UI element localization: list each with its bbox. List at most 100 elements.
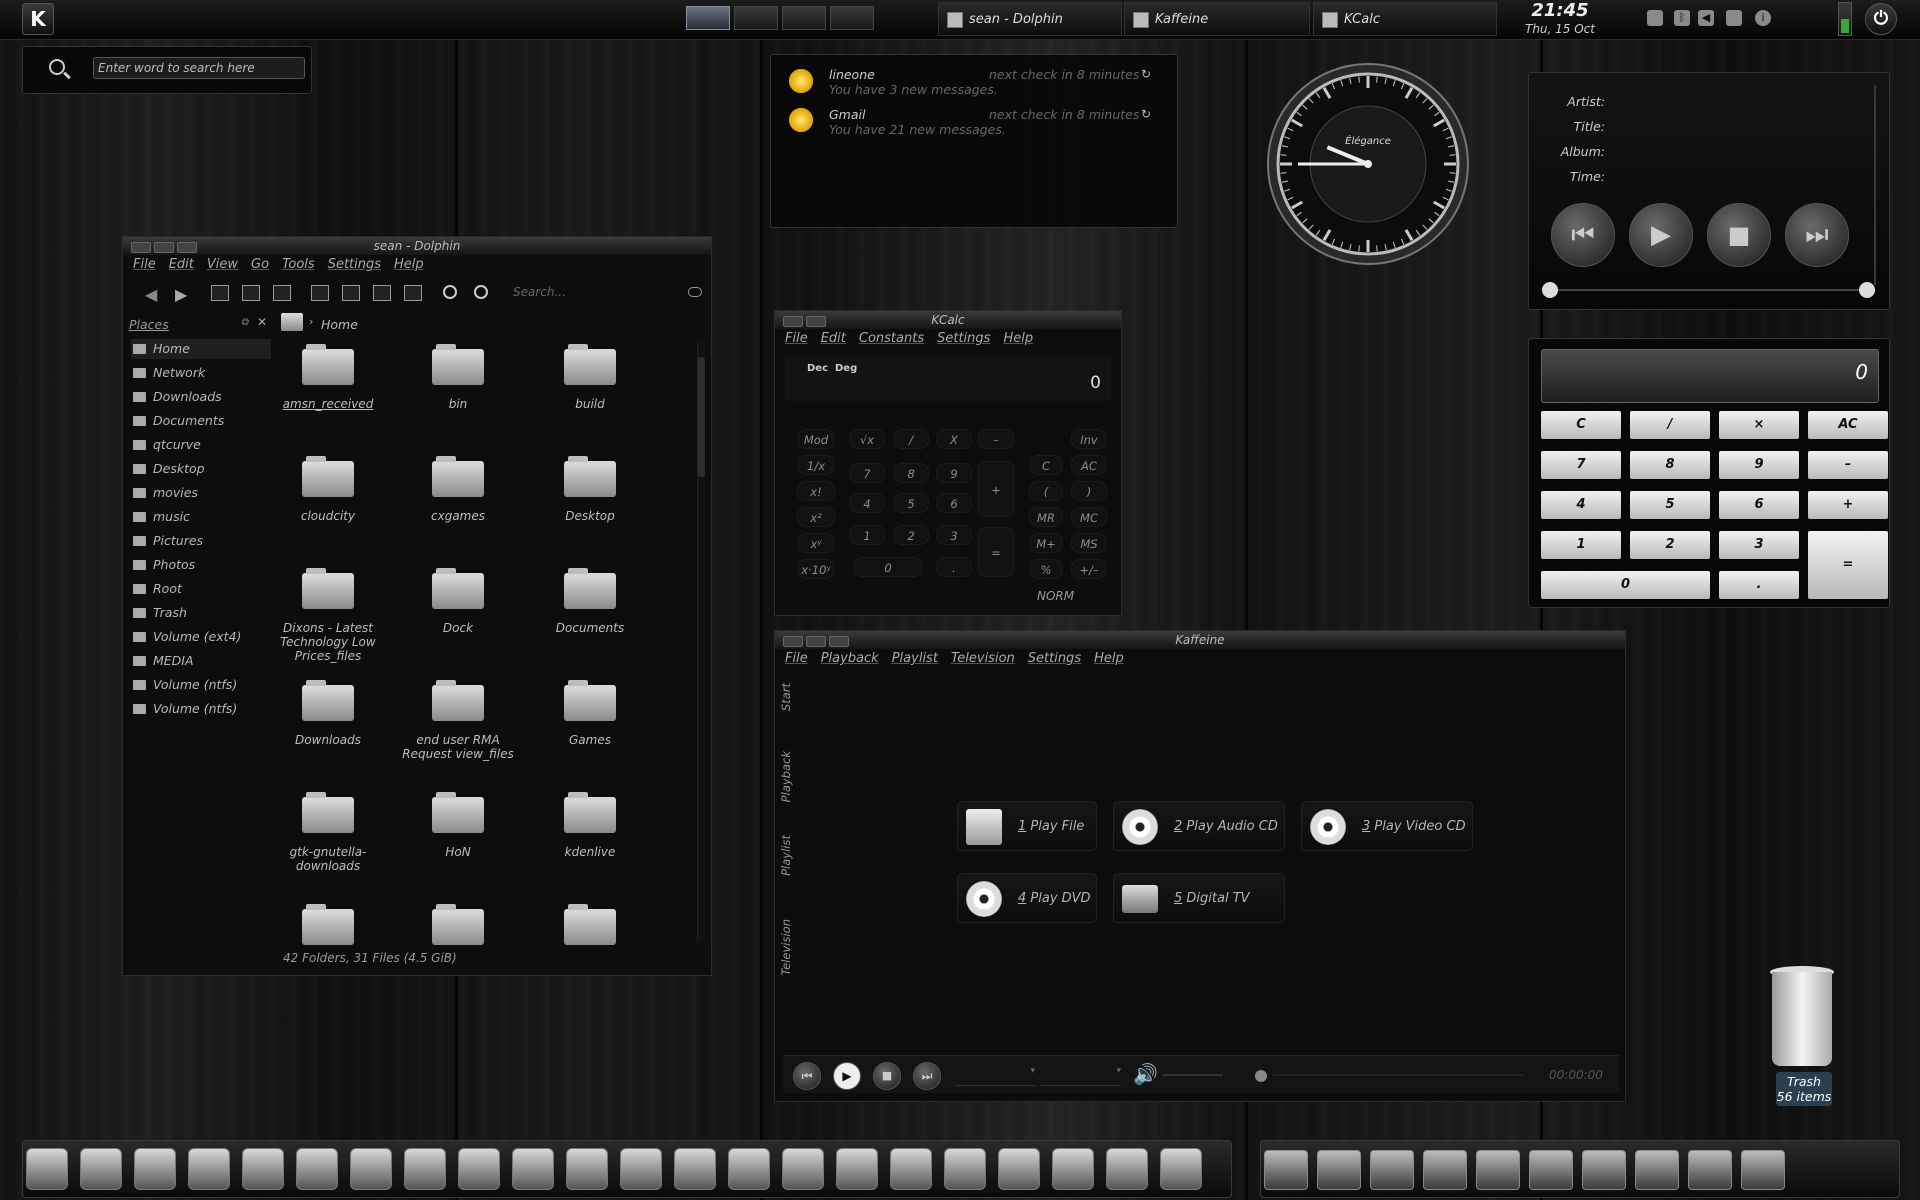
subtitle-select[interactable]: ▾ <box>1041 1066 1121 1086</box>
kcalc-plus-key[interactable]: + <box>978 461 1014 517</box>
play-file-button[interactable]: 1 Play File <box>957 801 1097 851</box>
tab-start[interactable]: Start <box>779 683 795 711</box>
icons-view-icon[interactable] <box>211 285 229 301</box>
kcalc-key[interactable]: . <box>936 557 972 577</box>
dock-game-icon[interactable] <box>1264 1150 1308 1190</box>
refresh-icon[interactable]: ↻ <box>1141 107 1151 121</box>
folder-item[interactable] <box>525 904 655 957</box>
play-dvd-button[interactable]: 4 Play DVD <box>957 873 1097 923</box>
dock-game-icon[interactable] <box>1741 1150 1785 1190</box>
close-icon[interactable] <box>783 316 803 327</box>
menu-item[interactable]: Playback <box>821 651 879 666</box>
network-tools-icon[interactable] <box>1726 10 1742 26</box>
trash-desktop-icon[interactable] <box>1766 966 1838 1066</box>
place-item[interactable]: Trash <box>131 603 271 623</box>
calculator-button[interactable]: × <box>1719 411 1799 439</box>
bluetooth-icon[interactable]: ᛒ <box>1674 10 1690 26</box>
dock-chat-icon[interactable] <box>296 1148 338 1190</box>
places-detach-icon[interactable]: ⧉ <box>241 317 248 328</box>
tab-playlist[interactable]: Playlist <box>779 835 795 876</box>
dock-game-icon[interactable] <box>1370 1150 1414 1190</box>
refresh-icon[interactable]: ↻ <box>1141 67 1151 81</box>
dock-terminal-icon[interactable] <box>566 1148 608 1190</box>
menu-item[interactable]: Settings <box>937 331 990 346</box>
minimize-icon[interactable] <box>829 636 849 647</box>
new-folder-icon[interactable] <box>404 285 422 301</box>
menu-item[interactable]: Tools <box>282 257 315 272</box>
next-track-button[interactable]: ⏭ <box>1785 203 1849 267</box>
kcalc-key[interactable]: MC <box>1071 507 1107 527</box>
folder-item[interactable]: Downloads <box>263 680 393 747</box>
kcalc-key[interactable]: 5 <box>893 493 929 513</box>
dock-game-icon[interactable] <box>1582 1150 1626 1190</box>
volume-icon[interactable]: 🔊 <box>1133 1062 1158 1086</box>
calculator-button[interactable]: / <box>1630 411 1710 439</box>
play-button[interactable]: ▶ <box>1629 203 1693 267</box>
digital-clock[interactable]: 21:45 Thu, 15 Oct <box>1500 0 1620 40</box>
seek-slider[interactable] <box>1273 1074 1523 1076</box>
dolphin-search-input[interactable]: Search... <box>513 285 683 303</box>
maximize-icon[interactable] <box>806 316 826 327</box>
folder-item[interactable]: Desktop <box>525 456 655 523</box>
kcalc-key[interactable]: 6 <box>936 493 972 513</box>
zoom-out-icon[interactable] <box>474 285 488 299</box>
stop-icon[interactable]: ■ <box>873 1062 901 1090</box>
terminal-icon[interactable] <box>373 285 391 301</box>
dock-game-icon[interactable] <box>1476 1150 1520 1190</box>
search-options-icon[interactable] <box>688 287 702 297</box>
menu-item[interactable]: File <box>133 257 156 272</box>
dock-calculator-icon[interactable] <box>1052 1148 1094 1190</box>
kcalc-key[interactable]: +/– <box>1071 559 1107 579</box>
place-item[interactable]: Network <box>131 363 271 383</box>
minimize-icon[interactable] <box>177 242 197 253</box>
menu-item[interactable]: Help <box>394 257 424 272</box>
dock-package-icon[interactable] <box>674 1148 716 1190</box>
calculator-button[interactable]: 1 <box>1541 531 1621 559</box>
calculator-button[interactable]: 2 <box>1630 531 1710 559</box>
dock-scanner-icon[interactable] <box>728 1148 770 1190</box>
battery-icon[interactable] <box>1838 2 1852 36</box>
kcalc-key[interactable]: – <box>978 429 1014 449</box>
kcalc-key[interactable]: C <box>1029 455 1063 475</box>
close-icon[interactable] <box>131 242 151 253</box>
dock-globe-icon[interactable] <box>512 1148 554 1190</box>
calculator-button[interactable]: C <box>1541 411 1621 439</box>
kcalc-key[interactable]: ( <box>1029 481 1063 501</box>
kcalc-key[interactable]: M+ <box>1029 533 1063 553</box>
calculator-button[interactable]: = <box>1808 531 1888 599</box>
clipboard-icon[interactable] <box>1647 10 1663 26</box>
seek-slider[interactable] <box>1549 289 1869 291</box>
folder-item[interactable]: Games <box>525 680 655 747</box>
kcalc-equals-key[interactable]: = <box>978 527 1014 577</box>
dock-folder-icon[interactable] <box>782 1148 824 1190</box>
menu-item[interactable]: Television <box>951 651 1015 666</box>
kcalc-key[interactable]: % <box>1029 559 1063 579</box>
folder-item[interactable]: kdenlive <box>525 792 655 859</box>
menu-item[interactable]: Go <box>251 257 269 272</box>
scrollbar[interactable] <box>697 341 705 941</box>
menu-item[interactable]: Edit <box>169 257 194 272</box>
close-icon[interactable] <box>783 636 803 647</box>
kcalc-function-key[interactable]: Mod <box>797 429 835 449</box>
zoom-in-icon[interactable] <box>443 285 457 299</box>
dock-game-icon[interactable] <box>1635 1150 1679 1190</box>
kcalc-key[interactable]: Inv <box>1071 429 1107 449</box>
kcalc-key[interactable]: 7 <box>849 463 885 483</box>
place-item[interactable]: music <box>131 507 271 527</box>
place-item[interactable]: Desktop <box>131 459 271 479</box>
place-item[interactable]: Volume (ntfs) <box>131 699 271 719</box>
place-item[interactable]: Home <box>131 339 271 359</box>
folder-item[interactable]: cxgames <box>393 456 523 523</box>
maximize-icon[interactable] <box>806 636 826 647</box>
menu-item[interactable]: File <box>785 651 808 666</box>
calculator-button[interactable]: 6 <box>1719 491 1799 519</box>
kcalc-key[interactable]: 1 <box>849 525 885 545</box>
folder-item[interactable] <box>263 904 393 957</box>
kde-menu-button[interactable]: K <box>22 3 54 35</box>
folder-item[interactable]: Documents <box>525 568 655 635</box>
maximize-icon[interactable] <box>154 242 174 253</box>
dolphin-titlebar[interactable]: sean - Dolphin <box>123 237 711 255</box>
seek-handle[interactable] <box>1542 282 1558 298</box>
volume-slider[interactable] <box>1163 1074 1223 1076</box>
kcalc-key[interactable]: 2 <box>893 525 929 545</box>
